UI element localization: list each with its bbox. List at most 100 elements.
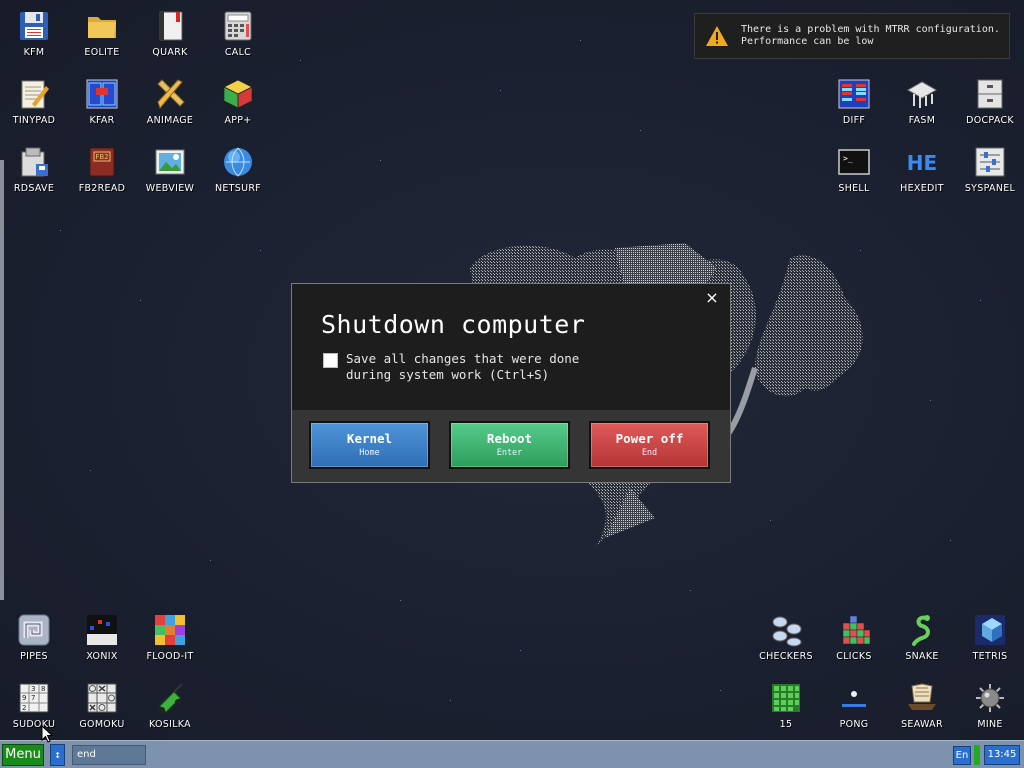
desktop-icon-netsurf[interactable]: NETSURF bbox=[204, 136, 272, 202]
diff-compare-icon bbox=[838, 79, 870, 109]
icon-label: SHELL bbox=[838, 183, 870, 194]
notification-line-1: There is a problem with MTRR configurati… bbox=[741, 24, 1000, 35]
desktop-icon-clicks[interactable]: CLICKS bbox=[820, 604, 888, 670]
desktop-icon-diff[interactable]: DIFF bbox=[820, 68, 888, 134]
snake-icon bbox=[912, 615, 930, 646]
svg-text:3: 3 bbox=[31, 685, 35, 693]
icon-label: GOMOKU bbox=[79, 719, 125, 730]
icon-label: XONIX bbox=[86, 651, 118, 662]
icon-label: DOCPACK bbox=[966, 115, 1014, 126]
desktop-icon-seawar[interactable]: SEAWAR bbox=[888, 672, 956, 738]
svg-text:9: 9 bbox=[22, 694, 26, 702]
menu-button[interactable]: Menu bbox=[2, 744, 44, 766]
pong-paddle-icon bbox=[842, 691, 866, 707]
desktop-icon-shell[interactable]: >_ SHELL bbox=[820, 136, 888, 202]
pencil-ruler-icon bbox=[157, 79, 185, 110]
svg-text:7: 7 bbox=[31, 694, 35, 702]
desktop-icon-animage[interactable]: ANIMAGE bbox=[136, 68, 204, 134]
desktop-icon-quark[interactable]: QUARK bbox=[136, 0, 204, 66]
desktop-icon-snake[interactable]: SNAKE bbox=[888, 604, 956, 670]
desktop-icon-fasm[interactable]: FASM bbox=[888, 68, 956, 134]
desktop-icon-floodit[interactable]: FLOOD-IT bbox=[136, 604, 204, 670]
language-indicator[interactable]: En bbox=[953, 746, 971, 765]
desktop-icon-mine[interactable]: MINE bbox=[956, 672, 1024, 738]
save-changes-checkbox[interactable] bbox=[323, 353, 338, 368]
notepad-pencil-icon bbox=[21, 80, 49, 109]
svg-text:>_: >_ bbox=[843, 154, 853, 163]
icon-label: CLICKS bbox=[836, 651, 872, 662]
svg-text:8: 8 bbox=[41, 685, 45, 693]
icon-label: FLOOD-IT bbox=[146, 651, 194, 662]
notebook-icon bbox=[159, 11, 183, 41]
folder-icon bbox=[88, 17, 116, 38]
save-changes-label[interactable]: Save all changes that were done during s… bbox=[346, 351, 579, 383]
dialog-title: Shutdown computer bbox=[321, 310, 586, 339]
icon-label: ANIMAGE bbox=[146, 115, 194, 126]
clock[interactable]: 13:45 bbox=[984, 745, 1020, 765]
floppy-disk-icon bbox=[20, 12, 48, 40]
desktop-icon-appplus[interactable]: APP+ bbox=[204, 68, 272, 134]
mtrr-warning-notification[interactable]: There is a problem with MTRR configurati… bbox=[694, 13, 1010, 59]
book-icon: FB2 bbox=[89, 147, 115, 177]
icon-label: QUARK bbox=[152, 47, 188, 58]
reboot-button[interactable]: Reboot Enter bbox=[449, 421, 570, 469]
left-edge-bar bbox=[0, 160, 4, 600]
desktop-icon-tetris[interactable]: TETRIS bbox=[956, 604, 1024, 670]
icon-label: RDSAVE bbox=[13, 183, 55, 194]
desktop-icon-xonix[interactable]: XONIX bbox=[68, 604, 136, 670]
sliders-panel-icon bbox=[975, 147, 1005, 177]
hex-editor-icon: HE bbox=[907, 151, 937, 175]
desktop-icon-fifteen[interactable]: 15 bbox=[752, 672, 820, 738]
kernel-button[interactable]: Kernel Home bbox=[309, 421, 430, 469]
icon-label: NETSURF bbox=[214, 183, 262, 194]
save-changes-label-line-2: during system work (Ctrl+S) bbox=[346, 367, 550, 382]
desktop-icon-tinypad[interactable]: TINYPAD bbox=[0, 68, 68, 134]
desktop-icon-sudoku[interactable]: 38972 SUDOKU bbox=[0, 672, 68, 738]
rubik-cube-icon bbox=[223, 79, 253, 109]
clicks-blocks-icon bbox=[842, 615, 871, 645]
desktop-icon-calc[interactable]: CALC bbox=[204, 0, 272, 66]
swap-arrows-icon[interactable]: ↕ bbox=[50, 744, 65, 766]
kernel-button-hint: Home bbox=[359, 448, 380, 458]
desktop-icon-kfar[interactable]: KFAR bbox=[68, 68, 136, 134]
desktop-icon-hexedit[interactable]: HE HEXEDIT bbox=[888, 136, 956, 202]
icon-label: EOLITE bbox=[84, 47, 120, 58]
icon-label: MINE bbox=[977, 719, 1003, 730]
desktop-icon-syspanel[interactable]: SYSPANEL bbox=[956, 136, 1024, 202]
icon-label: PIPES bbox=[20, 651, 48, 662]
lawn-mower-icon bbox=[159, 683, 183, 713]
running-task-button[interactable]: end bbox=[72, 745, 146, 765]
desktop-icon-kosilka[interactable]: KOSILKA bbox=[136, 672, 204, 738]
power-off-button-label: Power off bbox=[615, 431, 684, 446]
icon-label: SYSPANEL bbox=[964, 183, 1016, 194]
icon-label: 15 bbox=[779, 719, 793, 730]
close-icon[interactable]: × bbox=[704, 290, 720, 306]
svg-text:HE: HE bbox=[907, 151, 937, 175]
power-off-button[interactable]: Power off End bbox=[589, 421, 710, 469]
icon-label: WEBVIEW bbox=[145, 183, 195, 194]
taskbar: Menu ↕ end En 13:45 bbox=[0, 740, 1024, 768]
tray-status-indicator bbox=[974, 745, 980, 765]
globe-icon bbox=[224, 147, 252, 177]
svg-text:FB2: FB2 bbox=[95, 153, 108, 161]
mine-bomb-icon bbox=[976, 684, 1004, 712]
icon-label: KFAR bbox=[89, 115, 115, 126]
icon-label: APP+ bbox=[224, 115, 252, 126]
desktop-icon-fb2read[interactable]: FB2 FB2READ bbox=[68, 136, 136, 202]
desktop-icon-gomoku[interactable]: GOMOKU bbox=[68, 672, 136, 738]
desktop-icon-docpack[interactable]: DOCPACK bbox=[956, 68, 1024, 134]
desktop-icon-checkers[interactable]: CHECKERS bbox=[752, 604, 820, 670]
xonix-game-icon bbox=[87, 615, 117, 645]
desktop-icon-eolite[interactable]: EOLITE bbox=[68, 0, 136, 66]
desktop-icon-pong[interactable]: PONG bbox=[820, 672, 888, 738]
warning-icon bbox=[706, 26, 728, 46]
reboot-button-label: Reboot bbox=[486, 431, 533, 446]
desktop-icon-pipes[interactable]: PIPES bbox=[0, 604, 68, 670]
desktop-icon-webview[interactable]: WEBVIEW bbox=[136, 136, 204, 202]
desktop-icon-kfm[interactable]: KFM bbox=[0, 0, 68, 66]
icon-label: KFM bbox=[23, 47, 45, 58]
desktop-icon-rdsave[interactable]: RDSAVE bbox=[0, 136, 68, 202]
icon-label: FB2READ bbox=[78, 183, 126, 194]
checkers-pieces-icon bbox=[772, 616, 802, 647]
icon-label: TINYPAD bbox=[12, 115, 56, 126]
